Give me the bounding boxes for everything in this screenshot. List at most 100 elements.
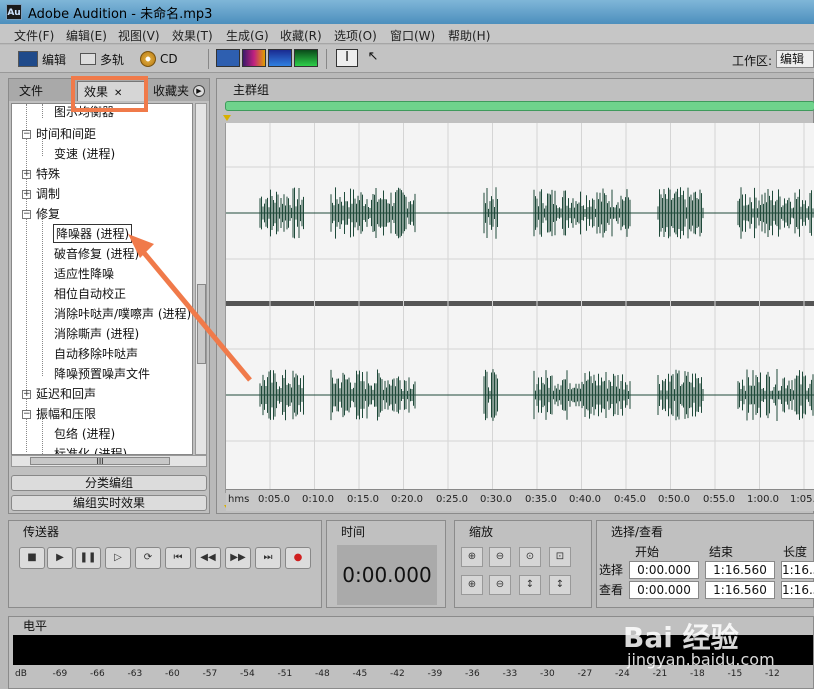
go-to-end-icon[interactable]: ⏭ (255, 547, 281, 569)
selection-length-field[interactable]: 1:16.560 (781, 561, 814, 579)
expand-icon[interactable]: + (22, 390, 31, 399)
menu-generate[interactable]: 生成(G) (226, 27, 269, 44)
go-to-start-icon[interactable]: ⏮ (165, 547, 191, 569)
zoom-in-vertical-icon[interactable]: ↕ (519, 575, 541, 595)
vertical-scrollbar[interactable] (195, 103, 207, 455)
db-tick-label: -48 (315, 669, 330, 679)
expand-icon[interactable]: + (22, 190, 31, 199)
scrollbar-thumb[interactable] (197, 284, 206, 364)
zoom-in-horizontal-icon[interactable]: ⊕ (461, 547, 483, 567)
stop-icon[interactable]: ■ (19, 547, 45, 569)
tick-label: 1:05.0 (790, 494, 814, 505)
zoom-right-icon[interactable]: ⊖ (489, 575, 511, 595)
tab-level[interactable]: 电平 (13, 617, 47, 635)
edit-view-label: 编辑 (42, 52, 67, 67)
tick-label: 1:00.0 (747, 494, 779, 505)
tree-category[interactable]: 时间和间距 (36, 125, 96, 142)
scrollbar-thumb[interactable]: III (30, 457, 170, 466)
selection-start-field[interactable]: 0:00.000 (629, 561, 699, 579)
db-tick-label: -30 (540, 669, 555, 679)
tree-item-noise-reduction[interactable]: 降噪器 (进程) (52, 224, 133, 243)
collapse-icon[interactable]: − (22, 210, 31, 219)
tree-item[interactable]: 破音修复 (进程) (54, 245, 139, 262)
tree-category[interactable]: 延迟和回声 (36, 385, 96, 402)
waveform-display[interactable]: hms 0:05.0 0:10.0 0:15.0 0:20.0 0:25.0 0… (224, 123, 814, 511)
phase-display-icon[interactable] (294, 49, 318, 67)
tree-item[interactable]: 降噪预置噪声文件 (54, 365, 150, 382)
tree-category[interactable]: 修复 (36, 205, 60, 222)
tab-favorites[interactable]: 收藏夹 (147, 81, 189, 101)
collapse-icon[interactable]: − (22, 130, 31, 139)
record-icon[interactable]: ● (285, 547, 311, 569)
tree-category[interactable]: 振幅和压限 (36, 405, 96, 422)
time-ruler[interactable]: hms 0:05.0 0:10.0 0:15.0 0:20.0 0:25.0 0… (226, 489, 814, 511)
play-icon[interactable]: ▶ (47, 547, 73, 569)
panel-menu-icon[interactable]: ▶ (193, 85, 205, 97)
tree-item[interactable]: 相位自动校正 (54, 285, 126, 302)
group-realtime-effects-button[interactable]: 编组实时效果 (11, 495, 207, 511)
view-start-field[interactable]: 0:00.000 (629, 581, 699, 599)
tab-selection-view[interactable]: 选择/查看 (601, 523, 663, 541)
pause-icon[interactable]: ❚❚ (75, 547, 101, 569)
window-title: Adobe Audition - 未命名.mp3 (28, 7, 213, 22)
menu-window[interactable]: 窗口(W) (390, 27, 435, 44)
menu-edit[interactable]: 编辑(E) (66, 27, 107, 44)
zoom-out-vertical-icon[interactable]: ↕ (549, 575, 571, 595)
fast-forward-icon[interactable]: ▶▶ (225, 547, 251, 569)
db-tick-label: -57 (202, 669, 218, 679)
overview-bar[interactable] (225, 101, 814, 111)
time-selection-tool-icon[interactable]: I (336, 49, 358, 67)
tab-main-group[interactable]: 主群组 (221, 81, 269, 99)
menu-options[interactable]: 选项(O) (334, 27, 377, 44)
tab-zoom[interactable]: 缩放 (459, 523, 493, 541)
workspace-select[interactable]: 编辑 (776, 50, 814, 68)
tree-item[interactable]: 消除嘶声 (进程) (54, 325, 139, 342)
loop-icon[interactable]: ⟳ (135, 547, 161, 569)
tree-item[interactable]: 消除咔哒声/噗嚓声 (进程) (54, 305, 191, 322)
tree-item[interactable]: 标准化 (进程) (54, 445, 127, 454)
db-tick-label: -45 (352, 669, 368, 679)
zoom-left-icon[interactable]: ⊕ (461, 575, 483, 595)
menu-help[interactable]: 帮助(H) (448, 27, 490, 44)
selection-end-field[interactable]: 1:16.560 (705, 561, 775, 579)
tree-item[interactable]: 变速 (进程) (54, 145, 115, 162)
waveform-display-icon[interactable] (216, 49, 240, 67)
play-to-end-icon[interactable]: ▷ (105, 547, 131, 569)
tree-category[interactable]: 调制 (36, 185, 60, 202)
multitrack-view-button[interactable]: 多轨 (80, 49, 124, 69)
zoom-selection-icon[interactable]: ⊡ (549, 547, 571, 567)
pan-display-icon[interactable] (268, 49, 292, 67)
tree-category[interactable]: 特殊 (36, 165, 60, 182)
cd-view-button[interactable]: CD (140, 49, 178, 69)
rewind-icon[interactable]: ◀◀ (195, 547, 221, 569)
playhead-marker-icon[interactable] (223, 115, 231, 121)
tree-item[interactable]: 适应性降噪 (54, 265, 114, 282)
marquee-tool-icon[interactable]: ↖ (362, 49, 384, 67)
column-header-length: 长度 (783, 545, 808, 559)
horizontal-scrollbar[interactable]: III (11, 455, 207, 467)
tree-item[interactable]: 包络 (进程) (54, 425, 115, 442)
menu-view[interactable]: 视图(V) (118, 27, 160, 44)
menu-file[interactable]: 文件(F) (14, 27, 54, 44)
tab-transport[interactable]: 传送器 (13, 523, 59, 541)
multitrack-label: 多轨 (100, 52, 125, 67)
edit-view-button[interactable]: 编辑 (18, 49, 66, 69)
spectral-display-icon[interactable] (242, 49, 266, 67)
db-tick-label: -66 (90, 669, 105, 679)
main-group-panel: 主群组 hms 0:05.0 0:10.0 0:15.0 0:20.0 0:25… (216, 78, 814, 514)
collapse-icon[interactable]: − (22, 410, 31, 419)
menu-effects[interactable]: 效果(T) (172, 27, 213, 44)
tab-time[interactable]: 时间 (331, 523, 365, 541)
view-length-field[interactable]: 1:16.560 (781, 581, 814, 599)
zoom-out-horizontal-icon[interactable]: ⊖ (489, 547, 511, 567)
menu-favorites[interactable]: 收藏(R) (280, 27, 322, 44)
category-group-button[interactable]: 分类编组 (11, 475, 207, 491)
cd-icon (140, 51, 156, 67)
view-end-field[interactable]: 1:16.560 (705, 581, 775, 599)
expand-icon[interactable]: + (22, 170, 31, 179)
tree-item[interactable]: 自动移除咔哒声 (54, 345, 138, 362)
title-bar: Au Adobe Audition - 未命名.mp3 (0, 0, 814, 24)
tab-files[interactable]: 文件 (13, 81, 73, 101)
zoom-full-icon[interactable]: ⊙ (519, 547, 541, 567)
column-header-start: 开始 (635, 545, 660, 559)
